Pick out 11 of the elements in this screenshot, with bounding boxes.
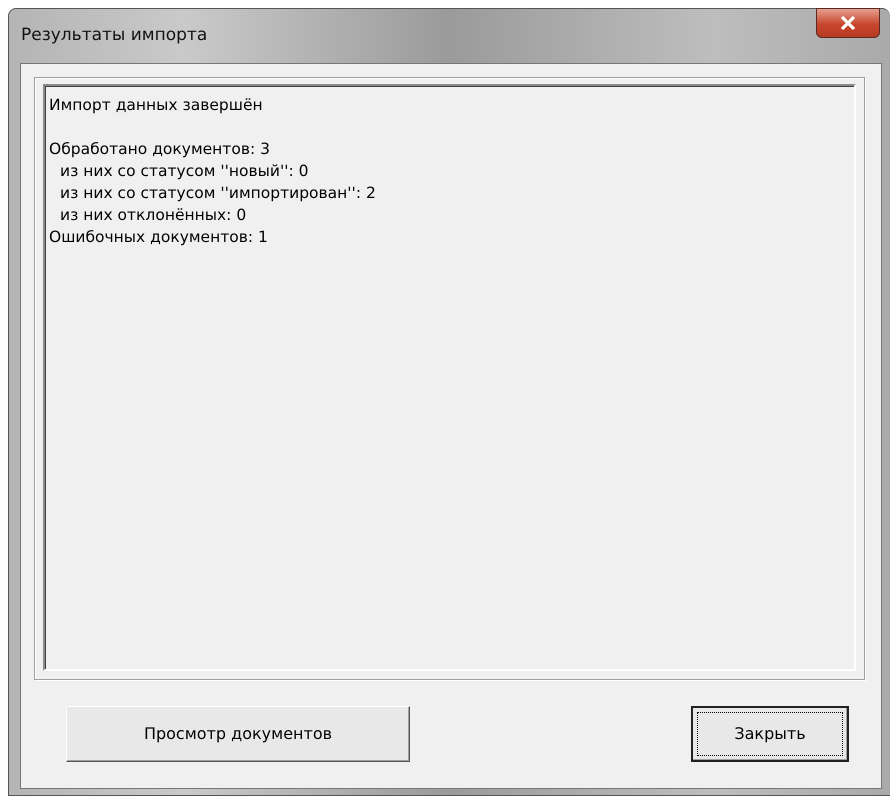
close-button[interactable] [816,8,880,38]
report-line: из них со статусом ''новый'': 0 [59,161,310,182]
report-line: из них отклонённых: 0 [59,205,248,226]
close-icon [840,16,856,30]
window-title: Результаты импорта [20,24,208,48]
report-line: Ошибочных документов: 1 [49,227,269,248]
report-line: Импорт данных завершён [49,95,264,116]
view-documents-button[interactable]: Просмотр документов [66,706,410,762]
report-line: Обработано документов: 3 [49,139,271,160]
close-dialog-button[interactable]: Закрыть [691,706,849,762]
report-line: из них со статусом ''импортирован'': 2 [59,183,377,204]
